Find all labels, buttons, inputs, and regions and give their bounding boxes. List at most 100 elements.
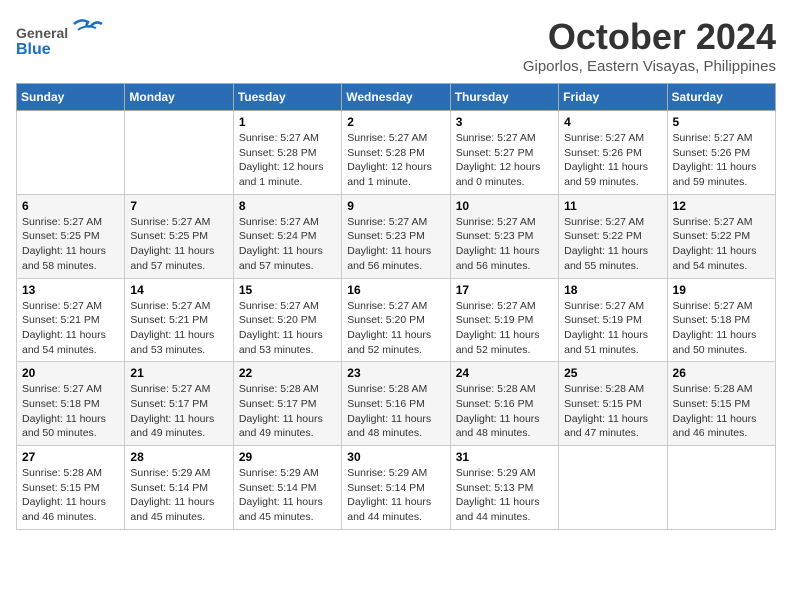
day-info: Sunrise: 5:27 AM Sunset: 5:26 PM Dayligh… [673,131,770,190]
day-number: 4 [564,115,661,129]
calendar-cell [667,446,775,530]
day-number: 23 [347,366,444,380]
col-thursday: Thursday [450,84,558,111]
day-info: Sunrise: 5:28 AM Sunset: 5:17 PM Dayligh… [239,382,336,441]
calendar-header-row: Sunday Monday Tuesday Wednesday Thursday… [17,84,776,111]
day-info: Sunrise: 5:27 AM Sunset: 5:17 PM Dayligh… [130,382,227,441]
day-number: 25 [564,366,661,380]
calendar-cell: 31 Sunrise: 5:29 AM Sunset: 5:13 PM Dayli… [450,446,558,530]
calendar-week-1: 1 Sunrise: 5:27 AM Sunset: 5:28 PM Daylig… [17,111,776,195]
day-number: 8 [239,199,336,213]
svg-text:General: General [16,25,68,41]
day-number: 11 [564,199,661,213]
calendar-cell: 14 Sunrise: 5:27 AM Sunset: 5:21 PM Dayli… [125,278,233,362]
calendar-week-4: 20 Sunrise: 5:27 AM Sunset: 5:18 PM Dayli… [17,362,776,446]
calendar-cell: 7Sunrise: 5:27 AM Sunset: 5:25 PM Daylig… [125,194,233,278]
day-info: Sunrise: 5:28 AM Sunset: 5:16 PM Dayligh… [347,382,444,441]
day-info: Sunrise: 5:27 AM Sunset: 5:26 PM Dayligh… [564,131,661,190]
day-info: Sunrise: 5:27 AM Sunset: 5:20 PM Dayligh… [239,299,336,358]
day-info: Sunrise: 5:27 AM Sunset: 5:27 PM Dayligh… [456,131,553,190]
calendar-cell: 11 Sunrise: 5:27 AM Sunset: 5:22 PM Dayli… [559,194,667,278]
calendar-cell: 27Sunrise: 5:28 AM Sunset: 5:15 PM Dayli… [17,446,125,530]
day-info: Sunrise: 5:29 AM Sunset: 5:14 PM Dayligh… [347,466,444,525]
title-block: October 2024 Giporlos, Eastern Visayas, … [523,16,776,75]
calendar-cell: 10Sunrise: 5:27 AM Sunset: 5:23 PM Dayli… [450,194,558,278]
day-info: Sunrise: 5:27 AM Sunset: 5:21 PM Dayligh… [130,299,227,358]
calendar-cell: 20 Sunrise: 5:27 AM Sunset: 5:18 PM Dayli… [17,362,125,446]
day-info: Sunrise: 5:27 AM Sunset: 5:19 PM Dayligh… [456,299,553,358]
calendar-cell: 17 Sunrise: 5:27 AM Sunset: 5:19 PM Dayli… [450,278,558,362]
day-info: Sunrise: 5:29 AM Sunset: 5:14 PM Dayligh… [239,466,336,525]
calendar-cell: 26 Sunrise: 5:28 AM Sunset: 5:15 PM Dayli… [667,362,775,446]
day-number: 12 [673,199,770,213]
day-info: Sunrise: 5:28 AM Sunset: 5:15 PM Dayligh… [22,466,119,525]
day-number: 14 [130,283,227,297]
calendar-cell: 15 Sunrise: 5:27 AM Sunset: 5:20 PM Dayli… [233,278,341,362]
calendar-cell: 21Sunrise: 5:27 AM Sunset: 5:17 PM Dayli… [125,362,233,446]
col-sunday: Sunday [17,84,125,111]
day-info: Sunrise: 5:28 AM Sunset: 5:15 PM Dayligh… [564,382,661,441]
calendar-cell: 22 Sunrise: 5:28 AM Sunset: 5:17 PM Dayli… [233,362,341,446]
col-monday: Monday [125,84,233,111]
logo-svg: General Blue [16,16,106,62]
day-number: 19 [673,283,770,297]
day-number: 7 [130,199,227,213]
page-header: General Blue October 2024 Giporlos, East… [16,16,776,75]
calendar-cell: 24Sunrise: 5:28 AM Sunset: 5:16 PM Dayli… [450,362,558,446]
day-number: 16 [347,283,444,297]
col-friday: Friday [559,84,667,111]
day-number: 15 [239,283,336,297]
month-year-title: October 2024 [523,16,776,58]
day-number: 6 [22,199,119,213]
col-saturday: Saturday [667,84,775,111]
day-number: 22 [239,366,336,380]
calendar-cell: 8Sunrise: 5:27 AM Sunset: 5:24 PM Daylig… [233,194,341,278]
day-info: Sunrise: 5:27 AM Sunset: 5:20 PM Dayligh… [347,299,444,358]
day-info: Sunrise: 5:28 AM Sunset: 5:15 PM Dayligh… [673,382,770,441]
calendar-cell: 25 Sunrise: 5:28 AM Sunset: 5:15 PM Dayli… [559,362,667,446]
calendar-week-3: 13 Sunrise: 5:27 AM Sunset: 5:21 PM Dayli… [17,278,776,362]
calendar-cell: 30 Sunrise: 5:29 AM Sunset: 5:14 PM Dayli… [342,446,450,530]
day-info: Sunrise: 5:27 AM Sunset: 5:22 PM Dayligh… [564,215,661,274]
calendar-cell: 29 Sunrise: 5:29 AM Sunset: 5:14 PM Dayli… [233,446,341,530]
calendar-week-5: 27Sunrise: 5:28 AM Sunset: 5:15 PM Dayli… [17,446,776,530]
day-number: 2 [347,115,444,129]
day-number: 13 [22,283,119,297]
day-info: Sunrise: 5:27 AM Sunset: 5:28 PM Dayligh… [239,131,336,190]
col-wednesday: Wednesday [342,84,450,111]
col-tuesday: Tuesday [233,84,341,111]
calendar-cell: 5Sunrise: 5:27 AM Sunset: 5:26 PM Daylig… [667,111,775,195]
day-number: 20 [22,366,119,380]
location-subtitle: Giporlos, Eastern Visayas, Philippines [523,58,776,75]
logo: General Blue [16,16,106,62]
calendar-cell: 23 Sunrise: 5:28 AM Sunset: 5:16 PM Dayli… [342,362,450,446]
calendar-cell [559,446,667,530]
calendar-table: Sunday Monday Tuesday Wednesday Thursday… [16,83,776,530]
calendar-cell: 9Sunrise: 5:27 AM Sunset: 5:23 PM Daylig… [342,194,450,278]
day-number: 30 [347,450,444,464]
day-info: Sunrise: 5:29 AM Sunset: 5:14 PM Dayligh… [130,466,227,525]
calendar-cell: 13 Sunrise: 5:27 AM Sunset: 5:21 PM Dayli… [17,278,125,362]
day-info: Sunrise: 5:29 AM Sunset: 5:13 PM Dayligh… [456,466,553,525]
day-info: Sunrise: 5:27 AM Sunset: 5:19 PM Dayligh… [564,299,661,358]
day-info: Sunrise: 5:27 AM Sunset: 5:23 PM Dayligh… [347,215,444,274]
calendar-cell: 28Sunrise: 5:29 AM Sunset: 5:14 PM Dayli… [125,446,233,530]
day-info: Sunrise: 5:27 AM Sunset: 5:18 PM Dayligh… [22,382,119,441]
day-info: Sunrise: 5:27 AM Sunset: 5:25 PM Dayligh… [22,215,119,274]
calendar-cell: 12Sunrise: 5:27 AM Sunset: 5:22 PM Dayli… [667,194,775,278]
day-number: 18 [564,283,661,297]
calendar-cell: 19Sunrise: 5:27 AM Sunset: 5:18 PM Dayli… [667,278,775,362]
day-number: 29 [239,450,336,464]
day-number: 17 [456,283,553,297]
day-info: Sunrise: 5:27 AM Sunset: 5:21 PM Dayligh… [22,299,119,358]
calendar-cell: 3 Sunrise: 5:27 AM Sunset: 5:27 PM Daylig… [450,111,558,195]
day-number: 31 [456,450,553,464]
day-info: Sunrise: 5:27 AM Sunset: 5:28 PM Dayligh… [347,131,444,190]
calendar-cell: 2 Sunrise: 5:27 AM Sunset: 5:28 PM Daylig… [342,111,450,195]
calendar-week-2: 6 Sunrise: 5:27 AM Sunset: 5:25 PM Daylig… [17,194,776,278]
calendar-cell: 1 Sunrise: 5:27 AM Sunset: 5:28 PM Daylig… [233,111,341,195]
calendar-cell: 18 Sunrise: 5:27 AM Sunset: 5:19 PM Dayli… [559,278,667,362]
day-number: 1 [239,115,336,129]
day-number: 3 [456,115,553,129]
day-number: 26 [673,366,770,380]
